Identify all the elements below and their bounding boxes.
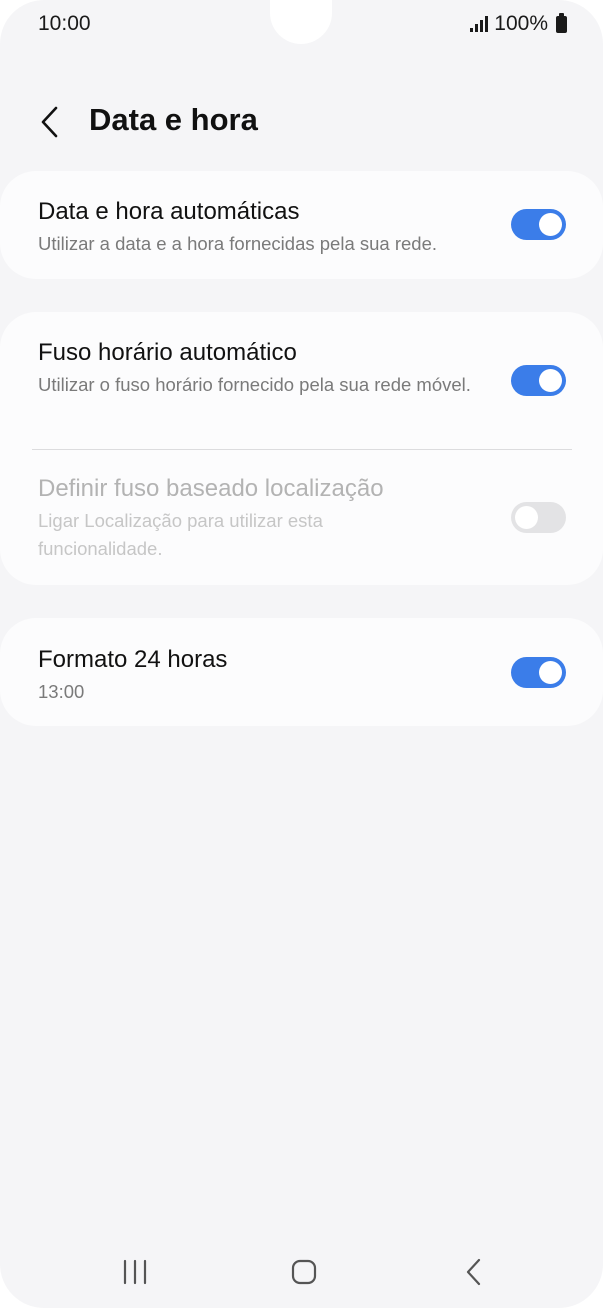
format-24h-title: Formato 24 horas	[38, 646, 228, 673]
auto-datetime-toggle[interactable]	[511, 209, 566, 240]
auto-timezone-toggle[interactable]	[511, 365, 566, 396]
chevron-left-icon	[41, 106, 58, 138]
back-icon	[466, 1258, 481, 1286]
auto-timezone-title: Fuso horário automático	[38, 339, 297, 366]
location-timezone-toggle[interactable]	[511, 502, 566, 533]
auto-datetime-title: Data e hora automáticas	[38, 198, 300, 225]
home-button[interactable]	[274, 1252, 334, 1292]
recents-button[interactable]	[105, 1252, 165, 1292]
auto-timezone-subtitle: Utilizar o fuso horário fornecido pela s…	[38, 374, 471, 395]
battery-percentage: 100%	[494, 12, 548, 35]
status-bar: 10:00 100%	[0, 0, 603, 50]
format-24h-subtitle: 13:00	[38, 681, 85, 702]
screen: 10:00 100% Data e hora Data e hora autom…	[0, 0, 603, 1308]
battery-icon	[556, 12, 567, 33]
navigation-bar	[0, 1240, 603, 1308]
status-icons: 100%	[470, 12, 567, 36]
header: Data e hora	[0, 90, 603, 154]
location-timezone-title: Definir fuso baseado localização	[38, 475, 384, 502]
status-time: 10:00	[38, 12, 91, 35]
location-timezone-row[interactable]: Definir fuso baseado localização Ligar L…	[0, 450, 603, 585]
auto-datetime-card: Data e hora automáticas Utilizar a data …	[0, 171, 603, 279]
back-nav-button[interactable]	[444, 1252, 504, 1292]
auto-timezone-row[interactable]: Fuso horário automático Utilizar o fuso …	[0, 312, 603, 449]
format-24h-toggle[interactable]	[511, 657, 566, 688]
recents-icon	[123, 1259, 147, 1285]
auto-datetime-row[interactable]: Data e hora automáticas Utilizar a data …	[0, 171, 603, 279]
timezone-card: Fuso horário automático Utilizar o fuso …	[0, 312, 603, 585]
auto-datetime-subtitle: Utilizar a data e a hora fornecidas pela…	[38, 233, 438, 254]
back-button[interactable]	[30, 100, 70, 144]
format-24h-card: Formato 24 horas 13:00	[0, 618, 603, 726]
signal-icon	[470, 16, 489, 32]
format-24h-row[interactable]: Formato 24 horas 13:00	[0, 618, 603, 726]
location-timezone-subtitle: Ligar Localização para utilizar esta fun…	[38, 510, 323, 559]
page-title: Data e hora	[89, 102, 258, 137]
home-icon	[291, 1259, 317, 1285]
